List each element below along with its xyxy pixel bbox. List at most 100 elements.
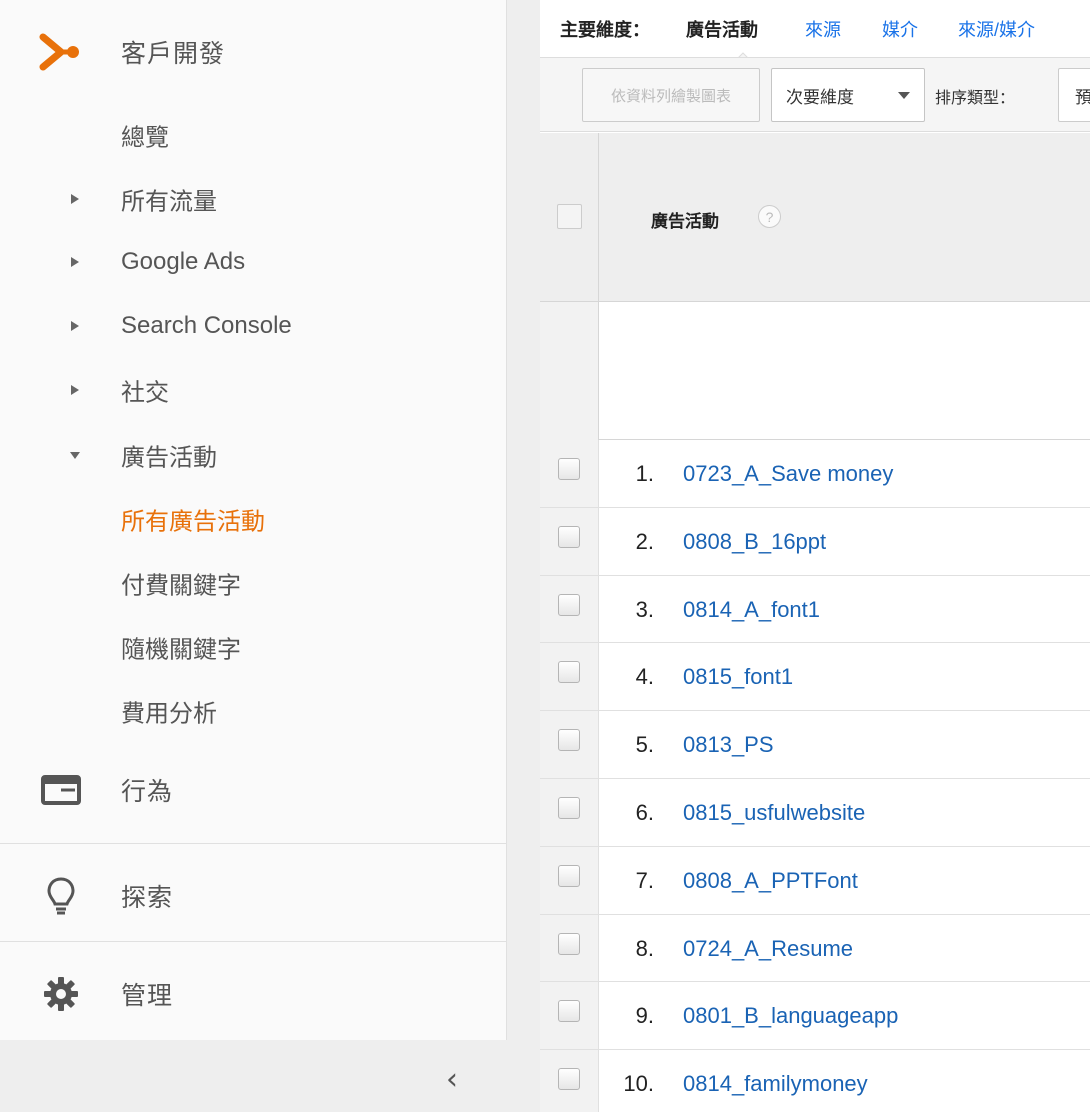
header-checkbox-cell bbox=[540, 133, 599, 302]
row-number: 6. bbox=[635, 799, 654, 825]
select-all-checkbox[interactable] bbox=[557, 204, 582, 229]
lightbulb-icon bbox=[38, 876, 84, 916]
sidebar-item-cost-analysis[interactable]: 費用分析 bbox=[0, 686, 507, 736]
row-checkbox-cell bbox=[540, 575, 599, 643]
row-checkbox-cell bbox=[540, 440, 599, 507]
row-number: 3. bbox=[635, 596, 654, 622]
row-checkbox[interactable] bbox=[558, 1000, 580, 1023]
report-content: 主要維度： 廣告活動 來源 媒介 來源/媒介 依資料列繪製圖表 次要維度 排序類… bbox=[540, 0, 1090, 1112]
row-number: 7. bbox=[635, 867, 654, 893]
content-gutter bbox=[507, 0, 540, 1112]
table-row: 1. 0723_A_Save money bbox=[540, 440, 1090, 508]
row-checkbox-cell bbox=[540, 1050, 599, 1112]
sidebar-section-admin[interactable]: 管理 bbox=[0, 964, 507, 1024]
sidebar-section-label: 管理 bbox=[121, 982, 174, 1010]
row-checkbox-cell bbox=[540, 643, 599, 711]
caret-down-icon bbox=[898, 92, 910, 99]
row-checkbox[interactable] bbox=[558, 729, 580, 752]
row-checkbox-cell bbox=[540, 778, 599, 846]
row-checkbox[interactable] bbox=[558, 661, 580, 684]
selected-notch bbox=[734, 48, 752, 62]
table-row: 3. 0814_A_font1 bbox=[540, 575, 1090, 644]
campaign-link[interactable]: 0814_familymoney bbox=[683, 1071, 868, 1097]
sidebar-section-label: 探索 bbox=[121, 884, 174, 912]
row-checkbox[interactable] bbox=[558, 864, 580, 887]
primary-dimension-bar: 主要維度： 廣告活動 來源 媒介 來源/媒介 bbox=[540, 0, 1090, 62]
secondary-dimension-dropdown[interactable]: 次要維度 bbox=[771, 68, 925, 122]
sidebar-item-label: 所有流量 bbox=[121, 188, 217, 216]
sort-type-value: 預 bbox=[1075, 87, 1090, 107]
sidebar-item-all-campaigns[interactable]: 所有廣告活動 bbox=[0, 494, 507, 544]
row-checkbox[interactable] bbox=[558, 458, 580, 480]
sidebar-item-paid-keywords[interactable]: 付費關鍵字 bbox=[0, 558, 507, 608]
plot-rows-button[interactable]: 依資料列繪製圖表 bbox=[582, 68, 760, 122]
dimension-link-source[interactable]: 來源 bbox=[805, 16, 841, 42]
campaign-link[interactable]: 0813_PS bbox=[683, 732, 774, 758]
sidebar-item-label: 所有廣告活動 bbox=[121, 508, 265, 536]
row-checkbox[interactable] bbox=[558, 593, 580, 616]
sort-type-dropdown[interactable]: 預 bbox=[1058, 68, 1090, 122]
help-icon[interactable]: ? bbox=[758, 205, 781, 228]
table-row: 2. 0808_B_16ppt bbox=[540, 507, 1090, 576]
sidebar-section-behavior[interactable]: 行為 bbox=[0, 760, 507, 820]
dimension-link-medium[interactable]: 媒介 bbox=[882, 16, 918, 42]
table-row: 4. 0815_font1 bbox=[540, 643, 1090, 712]
row-checkbox[interactable] bbox=[558, 525, 580, 548]
sidebar-item-google-ads[interactable]: Google Ads bbox=[0, 237, 507, 287]
expand-arrow-icon bbox=[68, 192, 82, 206]
sidebar-section-label: 行為 bbox=[121, 778, 174, 806]
totals-row bbox=[540, 302, 1090, 440]
row-number: 8. bbox=[635, 935, 654, 961]
table-row: 6. 0815_usfulwebsite bbox=[540, 778, 1090, 847]
campaign-link[interactable]: 0815_font1 bbox=[683, 664, 793, 690]
row-number: 1. bbox=[635, 461, 654, 486]
acquisition-icon bbox=[38, 32, 84, 72]
sidebar-item-all-traffic[interactable]: 所有流量 bbox=[0, 174, 507, 224]
table-row: 10. 0814_familymoney bbox=[540, 1050, 1090, 1112]
primary-dimension-current: 廣告活動 bbox=[686, 20, 758, 40]
row-checkbox-cell bbox=[540, 507, 599, 575]
campaign-link[interactable]: 0723_A_Save money bbox=[683, 461, 893, 487]
campaign-link[interactable]: 0815_usfulwebsite bbox=[683, 800, 865, 826]
totals-checkbox-cell bbox=[540, 302, 599, 440]
row-checkbox[interactable] bbox=[558, 1068, 580, 1091]
chevron-left-icon[interactable]: ‹ bbox=[446, 1062, 458, 1097]
sort-type-label: 排序類型： bbox=[935, 90, 1016, 107]
secondary-dimension-label: 次要維度 bbox=[786, 87, 854, 107]
row-number: 5. bbox=[635, 732, 654, 758]
column-header-campaign[interactable]: 廣告活動 bbox=[651, 207, 719, 232]
sidebar-item-label: 廣告活動 bbox=[121, 444, 217, 472]
table-row: 7. 0808_A_PPTFont bbox=[540, 846, 1090, 915]
sidebar-item-campaigns[interactable]: 廣告活動 bbox=[0, 430, 507, 480]
expand-arrow-icon bbox=[68, 383, 82, 397]
row-checkbox-cell bbox=[540, 914, 599, 982]
campaign-link[interactable]: 0724_A_Resume bbox=[683, 936, 853, 962]
sidebar-item-label: 總覽 bbox=[121, 124, 169, 152]
table-row: 9. 0801_B_languageapp bbox=[540, 982, 1090, 1051]
campaign-link[interactable]: 0808_B_16ppt bbox=[683, 529, 826, 555]
row-checkbox[interactable] bbox=[558, 796, 580, 819]
row-number: 4. bbox=[635, 664, 654, 690]
sidebar-item-overview[interactable]: 總覽 bbox=[0, 110, 507, 160]
gear-icon bbox=[38, 974, 84, 1014]
row-number: 9. bbox=[635, 1003, 654, 1029]
campaign-link[interactable]: 0814_A_font1 bbox=[683, 597, 820, 623]
dimension-link-source-medium[interactable]: 來源/媒介 bbox=[958, 16, 1035, 42]
campaign-link[interactable]: 0801_B_languageapp bbox=[683, 1003, 898, 1029]
sidebar-item-label: 付費關鍵字 bbox=[121, 572, 241, 600]
sidebar-item-search-console[interactable]: Search Console bbox=[0, 301, 507, 351]
row-checkbox-cell bbox=[540, 982, 599, 1050]
table-toolbar: 依資料列繪製圖表 次要維度 排序類型： 預 bbox=[540, 57, 1090, 132]
sidebar-collapse-bar[interactable]: ‹ bbox=[0, 1040, 507, 1112]
row-checkbox-cell bbox=[540, 711, 599, 778]
sidebar-item-label: 社交 bbox=[121, 379, 169, 407]
row-checkbox-cell bbox=[540, 846, 599, 914]
sidebar-divider bbox=[0, 941, 507, 942]
sidebar-item-social[interactable]: 社交 bbox=[0, 365, 507, 415]
sidebar-item-organic-keywords[interactable]: 隨機關鍵字 bbox=[0, 622, 507, 672]
sidebar-section-discover[interactable]: 探索 bbox=[0, 866, 507, 926]
behavior-icon bbox=[38, 770, 84, 810]
campaign-link[interactable]: 0808_A_PPTFont bbox=[683, 868, 858, 894]
sidebar-section-acquisition[interactable]: 客戶開發 bbox=[0, 22, 507, 82]
row-checkbox[interactable] bbox=[558, 932, 580, 955]
